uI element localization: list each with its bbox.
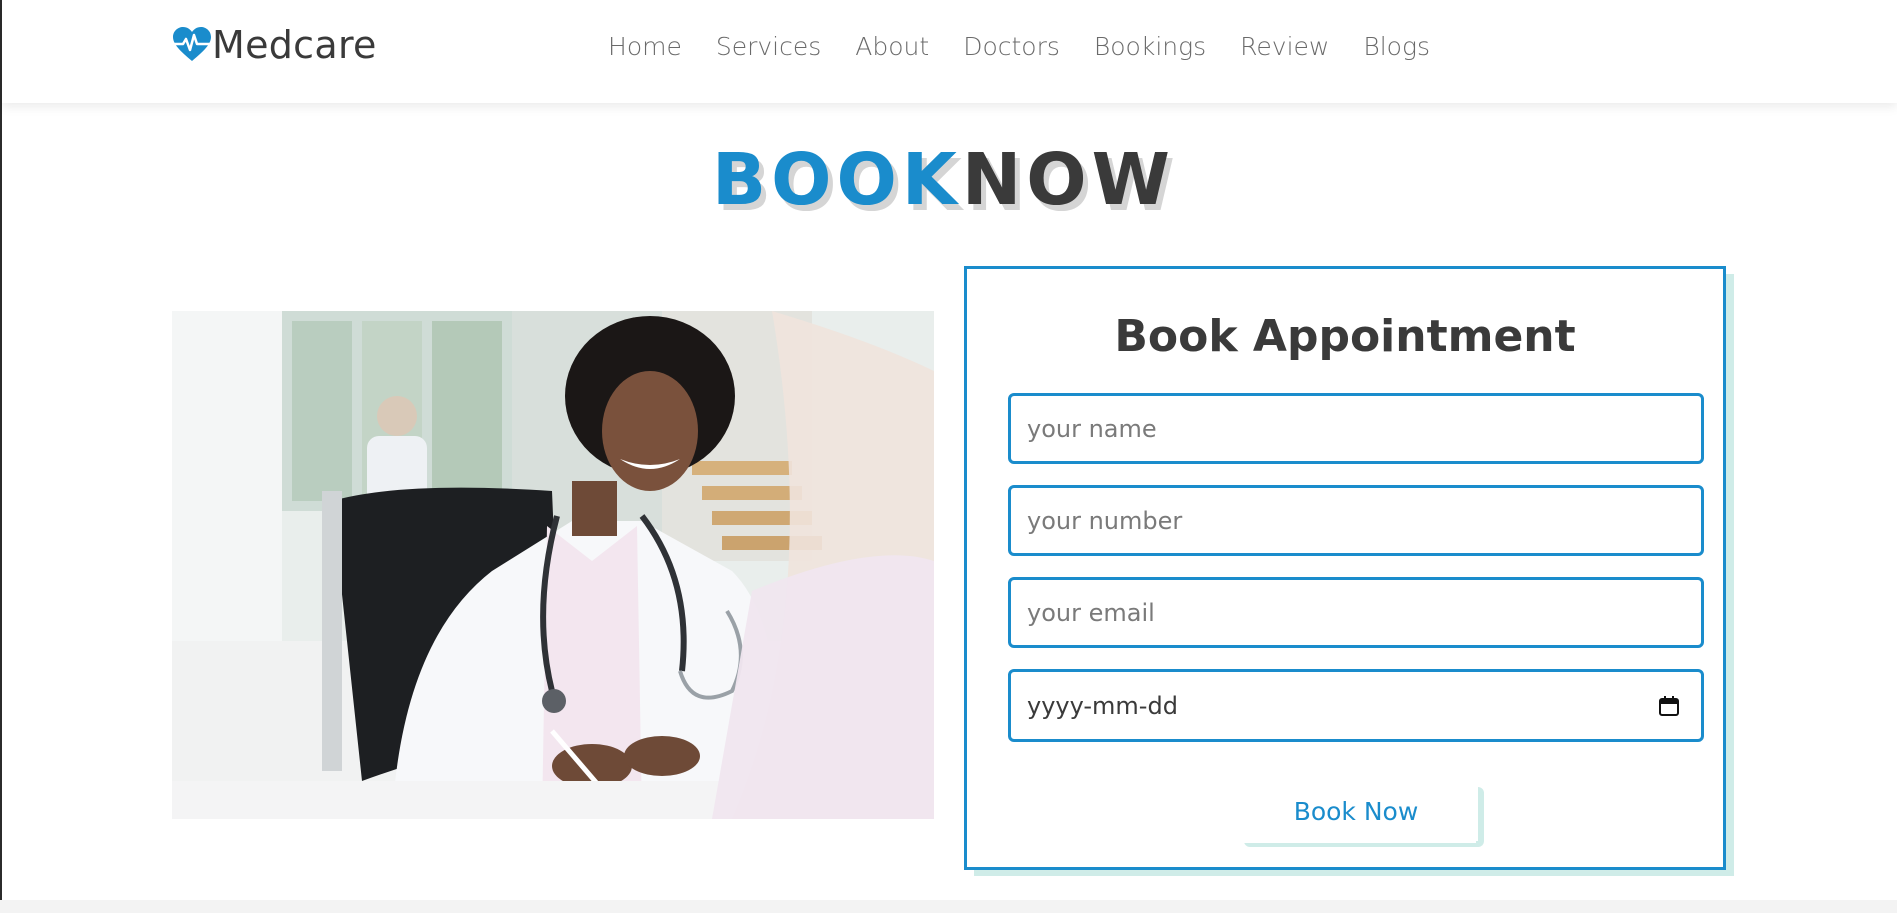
nav-services[interactable]: Services xyxy=(716,32,821,61)
nav-about[interactable]: About xyxy=(855,32,929,61)
nav-blogs[interactable]: Blogs xyxy=(1363,32,1430,61)
heading-now: NOW xyxy=(961,138,1175,221)
nav-doctors[interactable]: Doctors xyxy=(963,32,1060,61)
nav-review[interactable]: Review xyxy=(1240,32,1329,61)
book-now-button[interactable]: Book Now xyxy=(1236,779,1476,843)
heart-pulse-icon xyxy=(173,27,211,61)
brand-logo[interactable]: Medcare xyxy=(172,22,377,68)
form-title: Book Appointment xyxy=(1114,311,1576,362)
heading-book: BOOK xyxy=(712,138,962,221)
calendar-icon[interactable] xyxy=(1657,694,1681,718)
number-input[interactable] xyxy=(1027,488,1701,553)
name-field-box xyxy=(1008,393,1704,464)
nav-home[interactable]: Home xyxy=(608,32,682,61)
email-input[interactable] xyxy=(1027,580,1701,645)
email-field-box xyxy=(1008,577,1704,648)
date-input[interactable]: yyyy-mm-dd xyxy=(1008,669,1704,742)
brand-name: Medcare xyxy=(212,23,377,67)
section-heading: BOOKNOW xyxy=(0,138,1892,221)
booking-form: Book Appointment yyyy-mm-dd Book Now xyxy=(964,266,1726,870)
doctor-photo xyxy=(172,311,934,819)
doctor-illustration xyxy=(172,311,934,819)
date-placeholder: yyyy-mm-dd xyxy=(1027,691,1178,720)
nav-bookings[interactable]: Bookings xyxy=(1094,32,1206,61)
window-left-edge xyxy=(0,0,2,913)
name-input[interactable] xyxy=(1027,396,1701,461)
submit-button-wrap: Book Now xyxy=(1236,779,1484,847)
number-field-box xyxy=(1008,485,1704,556)
page-bottom-strip xyxy=(0,900,1897,913)
site-header: Medcare Home Services About Doctors Book… xyxy=(2,0,1897,103)
main-nav: Home Services About Doctors Bookings Rev… xyxy=(608,28,1430,64)
